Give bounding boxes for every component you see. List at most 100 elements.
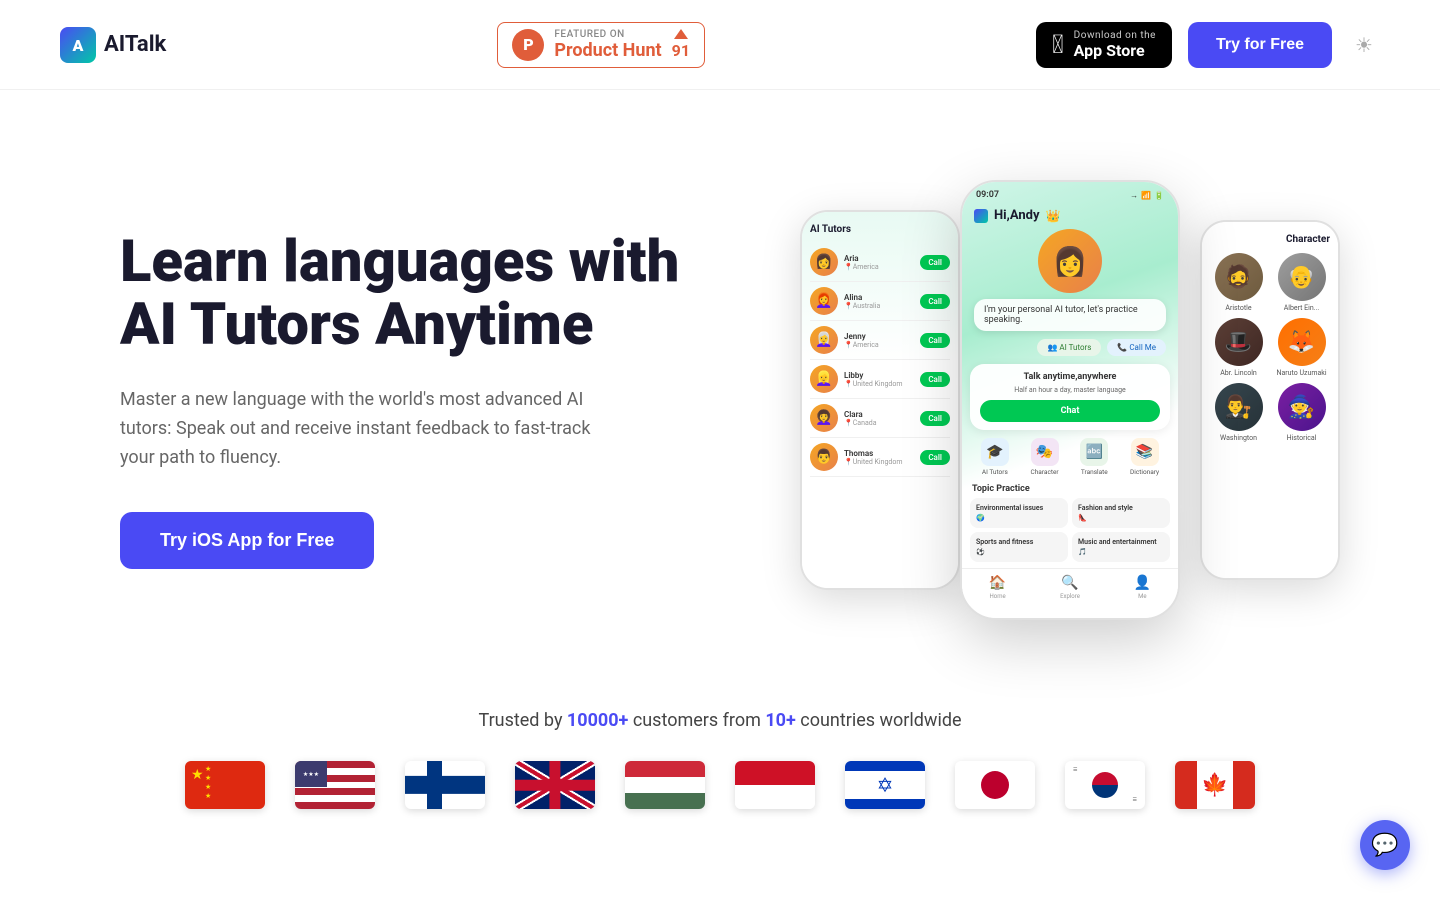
trust-middle: customers from	[628, 710, 765, 731]
phone-logo-small	[974, 209, 988, 223]
character-item: 🎩 Abr. Lincoln	[1210, 318, 1267, 377]
navbar: A AITalk P FEATURED ON Product Hunt 91 …	[0, 0, 1440, 90]
phone-left-screen: AI Tutors 👩Aria📍America Call 👩‍🦰Alina📍Au…	[802, 212, 958, 588]
flag-uk	[515, 761, 595, 809]
call-button[interactable]: Call	[920, 411, 950, 426]
app-store-text: Download on the App Store	[1074, 30, 1156, 60]
character-item: 🦊 Naruto Uzumaki	[1273, 318, 1330, 377]
topic-card: Environmental issues 🌍	[970, 498, 1068, 528]
product-hunt-logo: P	[512, 29, 544, 61]
logo-icon: A	[60, 27, 96, 63]
character-item: 🧙 Historical	[1273, 383, 1330, 442]
topic-card: Sports and fitness ⚽	[970, 532, 1068, 562]
trust-text: Trusted by 10000+ customers from 10+ cou…	[60, 710, 1380, 731]
phone-chat-header: Hi,Andy 👑	[962, 204, 1178, 229]
flag-indonesia	[735, 761, 815, 809]
phone-topics-grid: Environmental issues 🌍 Fashion and style…	[970, 498, 1170, 562]
phone-main: 09:07 →📶🔋 Hi,Andy 👑 👩 I'm your personal …	[960, 180, 1180, 620]
product-hunt-text: FEATURED ON Product Hunt	[554, 29, 661, 61]
ai-tutors-button[interactable]: 👥 AI Tutors	[1037, 339, 1101, 356]
hero-title: Learn languages with AI Tutors Anytime	[120, 231, 720, 359]
product-hunt-featured-label: FEATURED ON	[554, 29, 661, 40]
phone-icon-item: 🎭 Character	[1031, 438, 1059, 476]
phone-right: Character 🧔 Aristotle 👴 Albert Ein... 🎩	[1200, 220, 1340, 580]
phone-right-screen: Character 🧔 Aristotle 👴 Albert Ein... 🎩	[1202, 222, 1338, 578]
nav-home[interactable]: 🏠Home	[989, 575, 1006, 600]
app-store-main: App Store	[1074, 41, 1156, 60]
product-hunt-badge[interactable]: P FEATURED ON Product Hunt 91	[497, 22, 705, 68]
product-hunt-count: 91	[672, 41, 690, 60]
flag-japan	[955, 761, 1035, 809]
tutor-avatar: 👱‍♀️	[810, 365, 838, 393]
call-button[interactable]: Call	[920, 294, 950, 309]
phone-info-title: Talk anytime,anywhere	[980, 372, 1160, 382]
flag-hungary	[625, 761, 705, 809]
flag-canada: 🍁	[1175, 761, 1255, 809]
discord-button[interactable]: 💬	[1360, 820, 1410, 870]
character-item: 👴 Albert Ein...	[1273, 253, 1330, 312]
flag-finland	[405, 761, 485, 809]
phone-icon-item: 📚 Dictionary	[1130, 438, 1159, 476]
tutor-avatar: 👩‍🦱	[810, 404, 838, 432]
hero-left: Learn languages with AI Tutors Anytime M…	[120, 231, 720, 570]
logo[interactable]: A AITalk	[60, 27, 166, 63]
tutor-row: 👩‍🦰Alina📍Australia Call	[810, 282, 950, 321]
phone-icon-item: 🔤 Translate	[1080, 438, 1108, 476]
app-store-button[interactable]:  Download on the App Store	[1036, 22, 1172, 68]
trust-section: Trusted by 10000+ customers from 10+ cou…	[0, 690, 1440, 839]
call-button[interactable]: Call	[920, 255, 950, 270]
discord-icon: 💬	[1371, 833, 1398, 858]
phone-time: 09:07	[976, 190, 999, 200]
call-button[interactable]: Call	[920, 333, 950, 348]
tutor-avatar: 👨	[810, 443, 838, 471]
topic-card: Fashion and style 👠	[1072, 498, 1170, 528]
phone-icons-row: 🎓 AI Tutors 🎭 Character 🔤 Translate	[970, 438, 1170, 476]
phone-info-sub: Half an hour a day, master language	[980, 386, 1160, 394]
tutor-avatar: 👩	[810, 248, 838, 276]
topic-card: Music and entertainment 🎵	[1072, 532, 1170, 562]
call-button[interactable]: Call	[920, 450, 950, 465]
svg-text:A: A	[72, 36, 84, 55]
app-store-sub: Download on the	[1074, 30, 1156, 41]
phone-chat-buttons: 👥 AI Tutors 📞 Call Me	[974, 339, 1166, 356]
flag-korea: ☰ ☰	[1065, 761, 1145, 809]
tutor-row: 👩‍🦳Jenny📍America Call	[810, 321, 950, 360]
nav-explore[interactable]: 🔍Explore	[1060, 575, 1080, 600]
phone-icon-item: 🎓 AI Tutors	[981, 438, 1009, 476]
phone-status-icons: →📶🔋	[1130, 191, 1164, 200]
hero-section: Learn languages with AI Tutors Anytime M…	[0, 90, 1440, 690]
chat-button[interactable]: Chat	[980, 400, 1160, 422]
logo-text: AITalk	[104, 32, 166, 57]
hero-title-line1: Learn languages with	[120, 228, 679, 296]
nav-me[interactable]: 👤Me	[1134, 575, 1151, 600]
trust-prefix: Trusted by	[478, 710, 566, 731]
upvote-icon	[674, 29, 688, 39]
phone-header-name: Hi,Andy	[994, 208, 1040, 223]
hero-cta-button[interactable]: Try iOS App for Free	[120, 512, 374, 569]
product-hunt-score: 91	[672, 29, 690, 60]
trust-suffix: countries worldwide	[796, 710, 962, 731]
hero-description: Master a new language with the world's m…	[120, 386, 620, 472]
theme-toggle-button[interactable]: ☀	[1348, 29, 1380, 61]
char-grid: 🧔 Aristotle 👴 Albert Ein... 🎩 Abr. Linco…	[1210, 253, 1330, 442]
flags-row: ★ ★ ★ ★ ★ ★★★	[60, 761, 1380, 809]
phone-bottom-nav: 🏠Home 🔍Explore 👤Me	[962, 568, 1178, 606]
tutor-avatar: 👩‍🦰	[810, 287, 838, 315]
try-free-button[interactable]: Try for Free	[1188, 22, 1332, 68]
flag-china: ★ ★ ★ ★ ★	[185, 761, 265, 809]
character-item: 👨‍⚖️ Washington	[1210, 383, 1267, 442]
character-item: 🧔 Aristotle	[1210, 253, 1267, 312]
tutor-row: 👨Thomas📍United Kingdom Call	[810, 438, 950, 477]
phone-bubble: I'm your personal AI tutor, let's practi…	[974, 299, 1166, 331]
phone-avatar: 👩	[1038, 229, 1102, 293]
phone-topic-title: Topic Practice	[962, 480, 1178, 498]
phone-info-card: Talk anytime,anywhere Half an hour a day…	[970, 364, 1170, 430]
nav-right:  Download on the App Store Try for Free…	[1036, 22, 1380, 68]
phone-crown-icon: 👑	[1046, 209, 1061, 223]
phone-screen: 09:07 →📶🔋 Hi,Andy 👑 👩 I'm your personal …	[962, 182, 1178, 618]
trust-countries: 10+	[765, 710, 795, 731]
call-button[interactable]: Call	[920, 372, 950, 387]
call-me-button[interactable]: 📞 Call Me	[1107, 339, 1166, 356]
phone-left-header: AI Tutors	[810, 220, 950, 243]
flag-israel: ✡	[845, 761, 925, 809]
